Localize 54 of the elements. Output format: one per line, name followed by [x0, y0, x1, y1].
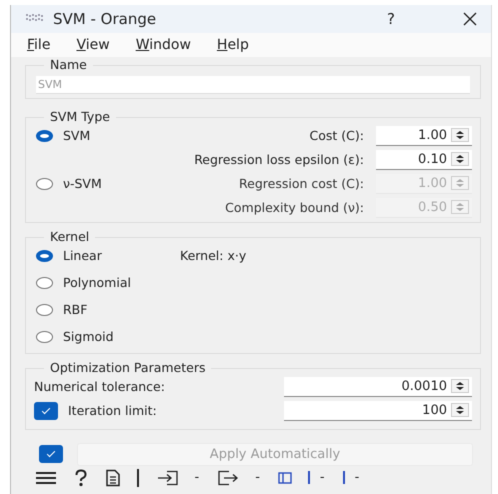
radio-button[interactable]	[36, 276, 53, 289]
document-icon[interactable]	[105, 468, 121, 487]
radio-label[interactable]: RBF	[63, 302, 88, 318]
spin-box[interactable]: 1.00	[376, 126, 472, 146]
spin-box[interactable]: 0.10	[376, 150, 472, 170]
menu-item[interactable]: Window	[136, 36, 191, 53]
spin-arrows-icon[interactable]	[451, 379, 469, 394]
spin-box: 0.50	[376, 198, 472, 218]
radio-button[interactable]	[36, 250, 53, 262]
radio-button[interactable]	[36, 304, 53, 316]
help-button[interactable]: ?	[383, 10, 399, 28]
status-text: -	[320, 470, 325, 486]
spin-arrows-icon[interactable]	[451, 152, 469, 166]
menu-icon[interactable]	[35, 470, 57, 485]
radio-label[interactable]: SVM	[63, 128, 90, 144]
radio-button[interactable]	[36, 330, 53, 343]
spin-box[interactable]: 0.0010	[284, 376, 472, 397]
menu-item[interactable]: File	[27, 36, 50, 53]
parameter-label: Complexity bound (ν):	[224, 200, 364, 216]
window-title: SVM - Orange	[53, 10, 158, 28]
parameter-label: Regression loss epsilon (ε):	[194, 152, 364, 168]
help-icon[interactable]	[73, 468, 89, 487]
parameter-label: Numerical tolerance:	[34, 379, 165, 394]
output-count: -	[255, 470, 260, 486]
input-count: -	[194, 470, 200, 486]
menu-item[interactable]: Help	[216, 36, 249, 53]
group-title: Optimization Parameters	[44, 360, 212, 375]
menu-item[interactable]: View	[76, 36, 110, 53]
group-title: Name	[44, 56, 93, 72]
name-field[interactable]: SVM	[36, 76, 470, 94]
checkbox-label[interactable]: Iteration limit:	[68, 403, 157, 418]
group-title: SVM Type	[44, 108, 116, 124]
radio-button[interactable]	[36, 178, 53, 190]
close-icon[interactable]	[463, 12, 477, 26]
spin-arrows-icon[interactable]	[451, 403, 469, 418]
parameter-label: Cost (C):	[308, 128, 364, 144]
kernel-formula: Kernel: x⋅y	[180, 246, 246, 265]
spin-box[interactable]: 100	[284, 400, 472, 421]
output-icon[interactable]	[217, 470, 240, 486]
radio-label[interactable]: Polynomial	[63, 275, 131, 290]
frame-icon[interactable]	[278, 472, 292, 484]
parameter-label: Regression cost (C):	[238, 176, 364, 192]
spin-arrows-icon	[451, 176, 469, 190]
spin-arrows-icon	[451, 200, 469, 214]
spin-arrows-icon[interactable]	[451, 128, 469, 142]
radio-label[interactable]: ν-SVM	[63, 176, 102, 192]
group-title: Kernel	[44, 228, 96, 244]
input-icon[interactable]	[156, 470, 178, 486]
radio-label[interactable]: Sigmoid	[63, 329, 114, 344]
radio-button[interactable]	[36, 130, 53, 142]
spin-box: 1.00	[376, 174, 472, 194]
radio-label[interactable]: Linear	[63, 248, 102, 264]
status-text: -	[354, 470, 360, 486]
checkbox[interactable]	[34, 402, 58, 420]
